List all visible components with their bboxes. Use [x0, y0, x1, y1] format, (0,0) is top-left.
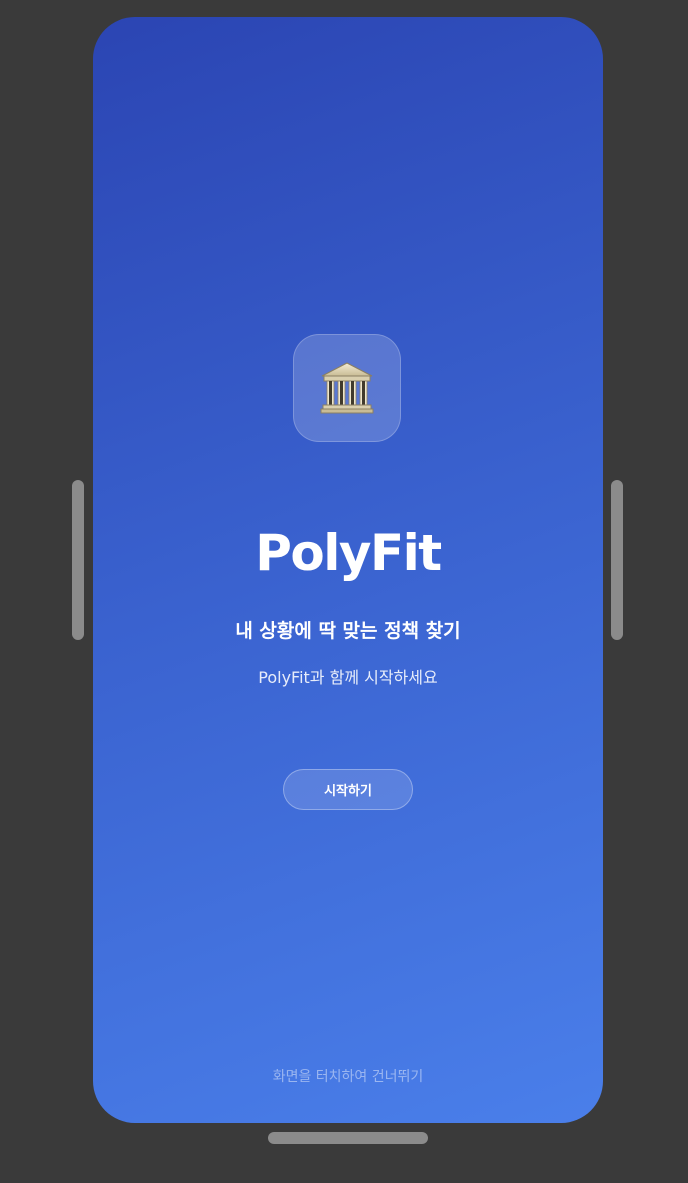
splash-screen[interactable]: PolyFit 내 상황에 딱 맞는 정책 찾기 PolyFit과 함께 시작하… [93, 17, 603, 1123]
device-side-button-right [611, 480, 623, 640]
app-stage: PolyFit 내 상황에 딱 맞는 정책 찾기 PolyFit과 함께 시작하… [0, 0, 688, 1183]
app-logo [293, 334, 401, 442]
start-button[interactable]: 시작하기 [283, 769, 413, 810]
app-title: PolyFit [255, 524, 442, 582]
device-side-button-left [72, 480, 84, 640]
skip-hint: 화면을 터치하여 건너뛰기 [272, 1069, 424, 1085]
tagline: 내 상황에 딱 맞는 정책 찾기 [235, 620, 461, 642]
home-indicator[interactable] [268, 1132, 428, 1144]
subtitle: PolyFit과 함께 시작하세요 [258, 668, 438, 687]
classical-building-icon [320, 362, 374, 414]
